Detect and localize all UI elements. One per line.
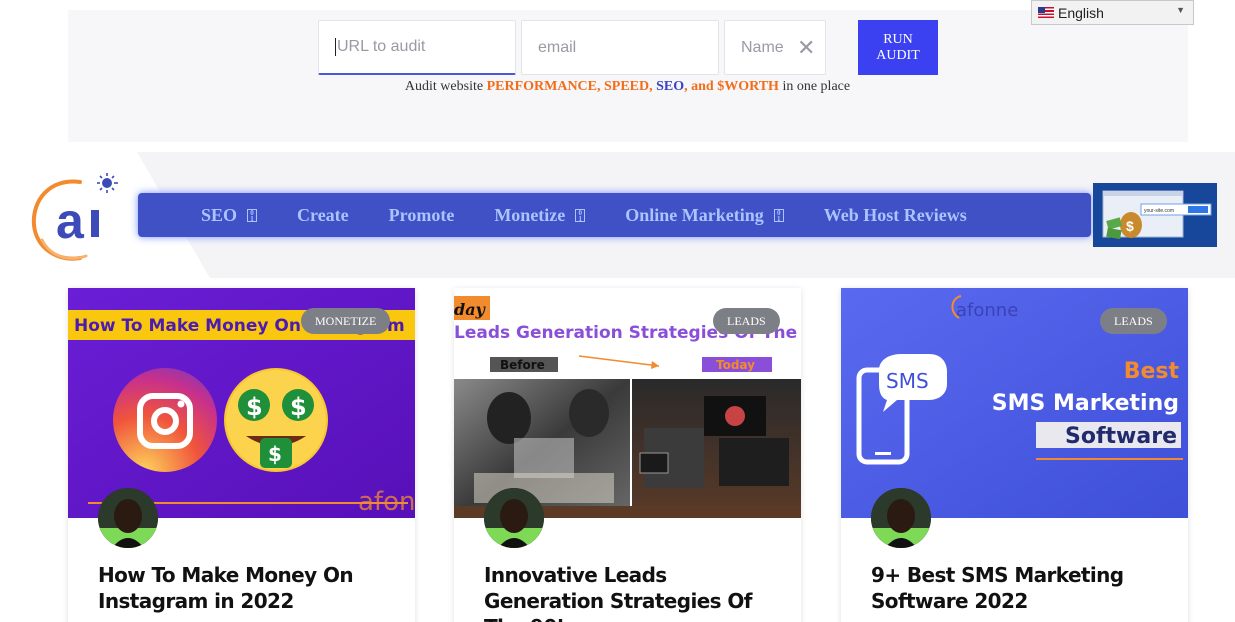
run-audit-label-2: AUDIT: [876, 47, 920, 63]
nav-item-web-host-reviews[interactable]: Web Host Reviews: [824, 205, 967, 226]
post-title[interactable]: Innovative Leads Generation Strategies O…: [484, 562, 784, 622]
nav-label: Online Marketing: [625, 204, 764, 225]
post-title[interactable]: How To Make Money On Instagram in 2022: [98, 562, 398, 614]
url-placeholder: URL to audit: [337, 38, 426, 55]
main-nav: SEO 0 1 Create Promote Monetize 0 1 Onli…: [138, 193, 1091, 237]
site-logo[interactable]: a: [28, 170, 123, 265]
text-caret: [335, 38, 336, 56]
nav-label: Create: [297, 204, 349, 225]
tagline-performance: PERFORMANCE, SPEED,: [486, 79, 657, 94]
run-audit-button[interactable]: RUN AUDIT: [858, 20, 938, 75]
us-flag-icon: [1038, 7, 1054, 18]
post-card[interactable]: day Leads Generation Strategies Of The 9…: [454, 288, 801, 622]
nav-item-online-marketing[interactable]: Online Marketing 0 1: [625, 205, 784, 226]
category-badge[interactable]: MONETIZE: [301, 308, 391, 334]
tagline-seo: SEO: [656, 79, 685, 94]
thumb-line1: Best: [1124, 359, 1180, 384]
submenu-icon: 0 1: [247, 208, 258, 222]
ad-banner[interactable]: your-site.com $: [1093, 183, 1217, 247]
thumb-watermark: afonne: [358, 487, 415, 517]
thumb-line2: SMS Marketing: [992, 391, 1179, 416]
svg-text:$: $: [268, 442, 282, 466]
nav-label: SEO: [201, 204, 238, 225]
tagline-suffix: in one place: [778, 79, 851, 94]
ad-url-text: your-site.com: [1144, 208, 1174, 214]
audit-tagline: Audit website PERFORMANCE, SPEED, SEO, a…: [0, 79, 1235, 95]
nav-item-seo[interactable]: SEO 0 1: [201, 204, 258, 226]
thumb-today: Today: [716, 358, 755, 372]
nav-item-monetize[interactable]: Monetize 0 1: [494, 204, 586, 226]
submenu-icon: 0 1: [773, 208, 784, 222]
language-value: English: [1058, 4, 1104, 21]
svg-text:$: $: [290, 393, 307, 421]
tagline-prefix: Audit website: [404, 79, 487, 94]
email-placeholder: email: [538, 38, 577, 56]
thumb-before: Before: [500, 358, 545, 372]
dropdown-arrow-icon: ▼: [1176, 5, 1185, 15]
thumb-tag: day: [454, 300, 487, 319]
submenu-icon: 0 1: [575, 208, 586, 222]
post-card[interactable]: How To Make Money On Instagram $ $ $ afo…: [68, 288, 415, 622]
tagline-worth: and $WORTH: [687, 79, 779, 94]
run-audit-label-1: RUN: [883, 31, 913, 47]
thumb-logo: afonne: [956, 300, 1018, 321]
svg-text:a: a: [56, 193, 85, 249]
author-avatar[interactable]: [98, 488, 158, 548]
category-badge[interactable]: LEADS: [713, 308, 780, 334]
author-avatar[interactable]: [484, 488, 544, 548]
post-title[interactable]: 9+ Best SMS Marketing Software 2022: [871, 562, 1171, 614]
name-input[interactable]: Name ✕: [724, 20, 826, 75]
thumb-sms: SMS: [886, 369, 929, 393]
nav-item-create[interactable]: Create: [297, 205, 349, 226]
thumb-line3: Software: [1065, 424, 1177, 449]
clear-icon[interactable]: ✕: [797, 35, 815, 61]
svg-text:$: $: [246, 393, 263, 421]
nav-label: Promote: [388, 204, 455, 225]
post-card[interactable]: afonne SMS Best SMS Marketing Software L…: [841, 288, 1188, 622]
name-placeholder: Name: [741, 38, 784, 56]
category-badge[interactable]: LEADS: [1100, 308, 1167, 334]
svg-text:$: $: [1126, 218, 1134, 234]
nav-item-promote[interactable]: Promote: [389, 205, 455, 226]
language-select[interactable]: English ▼: [1031, 0, 1194, 25]
nav-label: Web Host Reviews: [823, 204, 967, 225]
url-input[interactable]: URL to audit: [318, 20, 516, 75]
email-input[interactable]: email: [521, 20, 719, 75]
author-avatar[interactable]: [871, 488, 931, 548]
nav-label: Monetize: [494, 204, 566, 225]
